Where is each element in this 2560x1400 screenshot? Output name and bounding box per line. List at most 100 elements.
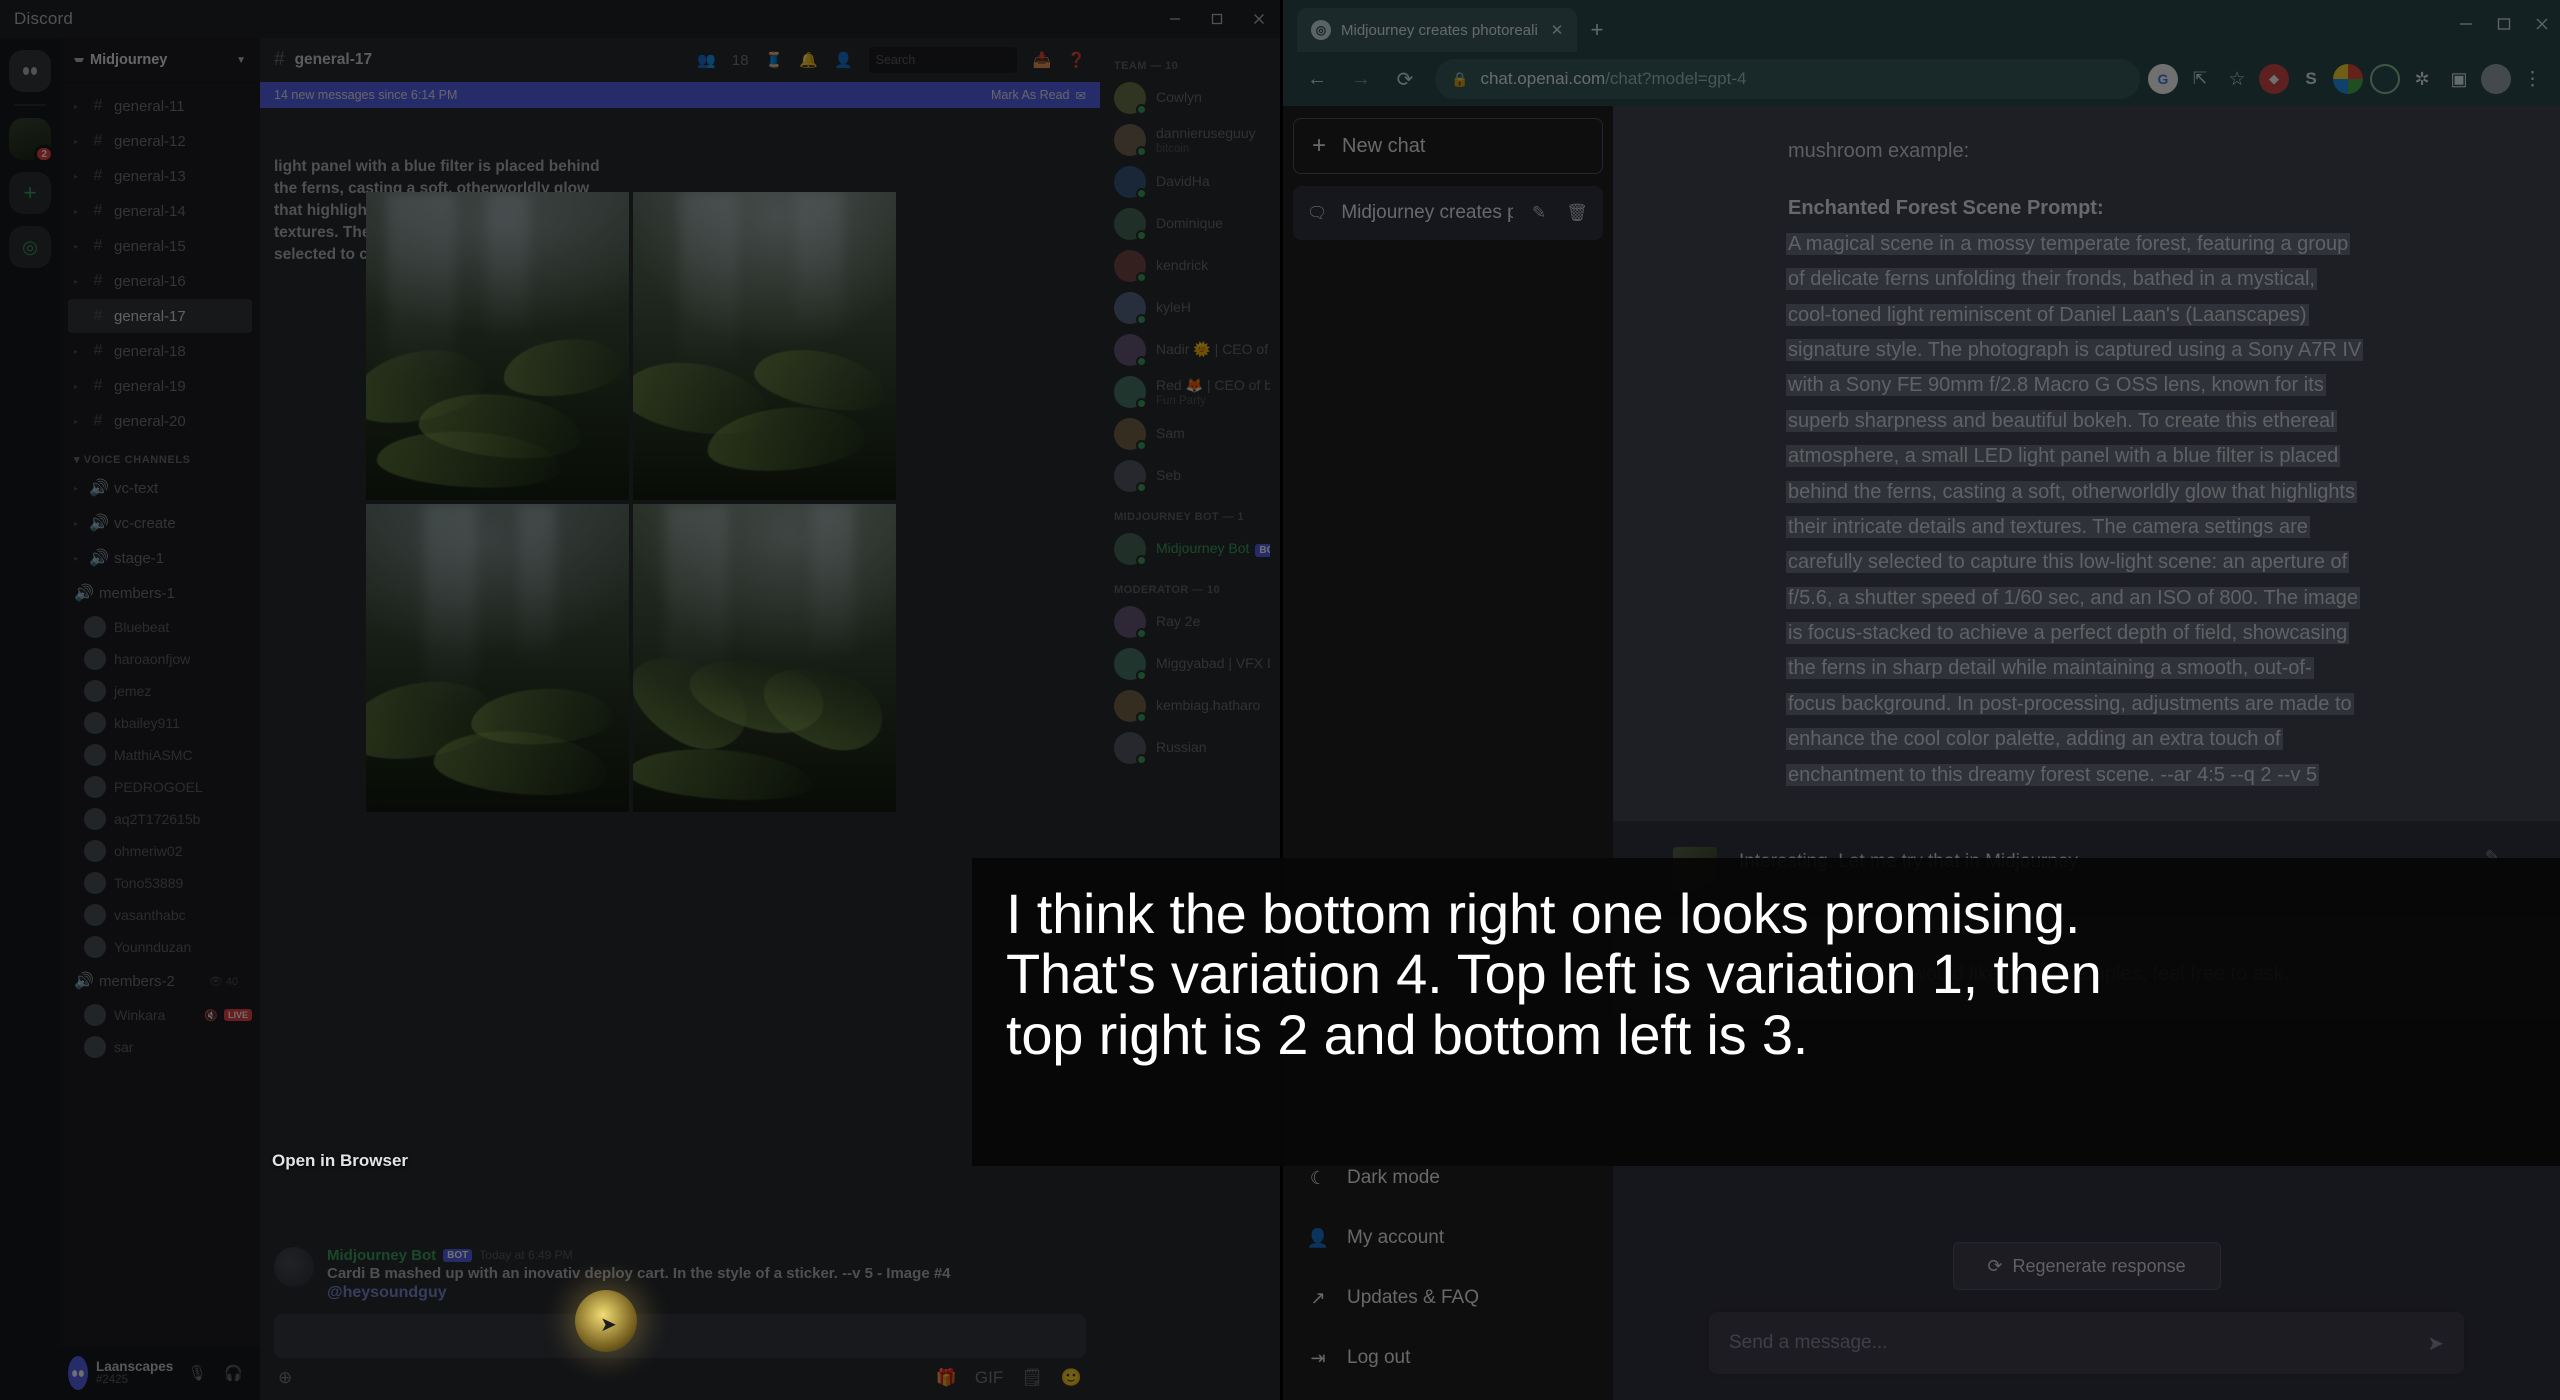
sidebar-menu-my-account[interactable]: 👤 My account	[1293, 1208, 1603, 1268]
red-extension-icon[interactable]: ◆	[2259, 64, 2289, 94]
voice-member[interactable]: Winkara 🔇 LIVE	[84, 999, 260, 1031]
member-list-item[interactable]: Nadir 🌞 | CEO of bug...	[1100, 329, 1280, 371]
avatar[interactable]	[68, 1356, 88, 1390]
channel-item-general-19[interactable]: ▸ # general-19	[68, 369, 252, 403]
voice-member[interactable]: haroaonfjow	[84, 643, 260, 675]
search-input[interactable]: Search	[868, 47, 1017, 73]
voice-member[interactable]: MatthiASMC	[84, 739, 260, 771]
member-list-item[interactable]: kembiag.hatharo	[1100, 685, 1280, 727]
member-list-item[interactable]: Seb	[1100, 455, 1280, 497]
voice-channel-vc-text[interactable]: ▸ 🔊 vc-text	[68, 471, 252, 505]
browser-close-button[interactable]	[2534, 17, 2550, 36]
sticker-icon[interactable]: 🗒	[1021, 1368, 1043, 1388]
gift-icon[interactable]: 🎁	[936, 1368, 957, 1388]
voice-member[interactable]: Bluebeat	[84, 611, 260, 643]
member-list-item[interactable]: Russian	[1100, 727, 1280, 769]
discord-maximize-button[interactable]	[1196, 0, 1238, 38]
chrome-menu-icon[interactable]: ⋮	[2518, 64, 2548, 94]
member-list-item[interactable]: Cowlyn	[1100, 77, 1280, 119]
voice-member[interactable]: ohmeriw02	[84, 835, 260, 867]
notifications-bell-icon[interactable]: 🔔	[799, 51, 818, 69]
discord-close-button[interactable]	[1238, 0, 1280, 38]
threads-icon[interactable]: 🧵	[765, 51, 784, 69]
variation-3-tile[interactable]	[366, 504, 629, 812]
member-list-item[interactable]: DavidHa	[1100, 161, 1280, 203]
forward-button[interactable]: →	[1339, 57, 1383, 101]
voice-member[interactable]: jemez	[84, 675, 260, 707]
channel-item-general-12[interactable]: ▸ # general-12	[68, 124, 252, 158]
inbox-icon[interactable]: 📥	[1033, 51, 1052, 69]
explore-servers-button[interactable]: ◎	[9, 226, 51, 268]
message-composer[interactable]: Send a message... ➤	[1709, 1312, 2464, 1374]
discord-message-input[interactable]	[274, 1314, 1086, 1358]
green-circle-extension-icon[interactable]	[2370, 64, 2400, 94]
member-list-item[interactable]: Red 🦊 | CEO of bugs... Fun Party	[1100, 371, 1280, 413]
conversation-item[interactable]: 🗨 Midjourney creates pho ✎ 🗑	[1293, 186, 1603, 240]
variation-2-tile[interactable]	[633, 192, 896, 500]
guild-item-midjourney[interactable]: 2	[9, 118, 54, 163]
voice-channels-category[interactable]: ▾ VOICE CHANNELS	[60, 439, 260, 470]
channel-item-general-20[interactable]: ▸ # general-20	[68, 404, 252, 438]
voice-channel-members-2[interactable]: 🔊 members-2 👁 40	[68, 964, 252, 998]
member-list-item[interactable]: Dominique	[1100, 203, 1280, 245]
browser-tab[interactable]: ◎ Midjourney creates photorealisti ✕	[1297, 8, 1577, 52]
voice-member[interactable]: Tono53889	[84, 867, 260, 899]
message-input[interactable]: Send a message...	[1729, 1332, 2427, 1354]
chatgpt-conversation-pane[interactable]: mushroom example: Enchanted Forest Scene…	[1613, 106, 2560, 1400]
variation-1-tile[interactable]	[366, 192, 629, 500]
s-extension-icon[interactable]: S	[2296, 64, 2326, 94]
member-list-item[interactable]: Miggyabad | VFX Dominik	[1100, 643, 1280, 685]
voice-channel-stage-1[interactable]: ▸ 🔊 stage-1	[68, 541, 252, 575]
member-list-item[interactable]: Midjourney Bot BOT	[1100, 528, 1280, 570]
discord-home-button[interactable]	[9, 50, 51, 92]
midjourney-image-grid[interactable]	[366, 192, 896, 812]
add-server-button[interactable]: +	[9, 172, 51, 214]
headset-icon[interactable]: 🎧	[217, 1357, 249, 1389]
voice-member[interactable]: kbailey911	[84, 707, 260, 739]
message-author[interactable]: Midjourney Bot	[327, 1247, 436, 1264]
discord-minimize-button[interactable]	[1154, 0, 1196, 38]
regenerate-response-button[interactable]: ⟳ Regenerate response	[1952, 1242, 2221, 1290]
voice-member[interactable]: aq2T172615b	[84, 803, 260, 835]
member-list-item[interactable]: kyleH	[1100, 287, 1280, 329]
reload-button[interactable]: ⟳	[1383, 57, 1427, 101]
voice-member[interactable]: Younnduzan	[84, 931, 260, 963]
sidepanel-icon[interactable]: ▣	[2444, 64, 2474, 94]
voice-channel-vc-create[interactable]: ▸ 🔊 vc-create	[68, 506, 252, 540]
color-extension-icon[interactable]	[2333, 64, 2363, 94]
voice-member[interactable]: sar	[84, 1031, 260, 1063]
browser-minimize-button[interactable]	[2458, 17, 2474, 36]
mark-as-read-button[interactable]: Mark As Read ✉	[991, 88, 1086, 103]
add-attachment-icon[interactable]: ⊕	[278, 1368, 292, 1388]
back-button[interactable]: ←	[1295, 57, 1339, 101]
discord-server-header[interactable]: Midjourney ▼	[60, 38, 260, 82]
channel-item-general-16[interactable]: ▸ # general-16	[68, 264, 252, 298]
new-tab-button[interactable]: +	[1577, 8, 1617, 52]
members-toggle-icon[interactable]: 👤	[834, 51, 853, 69]
channel-item-general-11[interactable]: ▸ # general-11	[68, 89, 252, 123]
member-list-item[interactable]: Sam	[1100, 413, 1280, 455]
variation-4-tile[interactable]	[633, 504, 896, 812]
channel-item-general-14[interactable]: ▸ # general-14	[68, 194, 252, 228]
bookmark-star-icon[interactable]: ☆	[2222, 64, 2252, 94]
google-icon[interactable]: G	[2148, 64, 2178, 94]
close-icon[interactable]: ✕	[1547, 21, 1567, 39]
share-icon[interactable]: ⇱	[2185, 64, 2215, 94]
channel-item-general-17[interactable]: # general-17	[68, 299, 252, 333]
help-icon[interactable]: ❓	[1067, 51, 1086, 69]
profile-avatar[interactable]	[2481, 64, 2511, 94]
message-mention[interactable]: @heysoundguy	[327, 1284, 1086, 1302]
member-list-item[interactable]: dannieruseguuy bitcoin	[1100, 119, 1280, 161]
address-bar[interactable]: 🔒 chat.openai.com/chat?model=gpt-4	[1435, 59, 2140, 99]
member-list-item[interactable]: Ray 2e	[1100, 601, 1280, 643]
voice-channel-members-1[interactable]: 🔊 members-1	[68, 576, 252, 610]
sidebar-menu-log-out[interactable]: ⇥ Log out	[1293, 1328, 1603, 1388]
channel-item-general-18[interactable]: ▸ # general-18	[68, 334, 252, 368]
browser-maximize-button[interactable]	[2496, 17, 2512, 36]
discord-message-scroll[interactable]: light panel with a blue filter is placed…	[260, 82, 1100, 1400]
voice-member[interactable]: PEDROGOEL	[84, 771, 260, 803]
edit-icon[interactable]: ✎	[1527, 203, 1551, 223]
emoji-icon[interactable]: 🙂	[1061, 1368, 1082, 1388]
send-icon[interactable]: ➤	[2427, 1331, 2444, 1356]
member-list-item[interactable]: kendrick	[1100, 245, 1280, 287]
